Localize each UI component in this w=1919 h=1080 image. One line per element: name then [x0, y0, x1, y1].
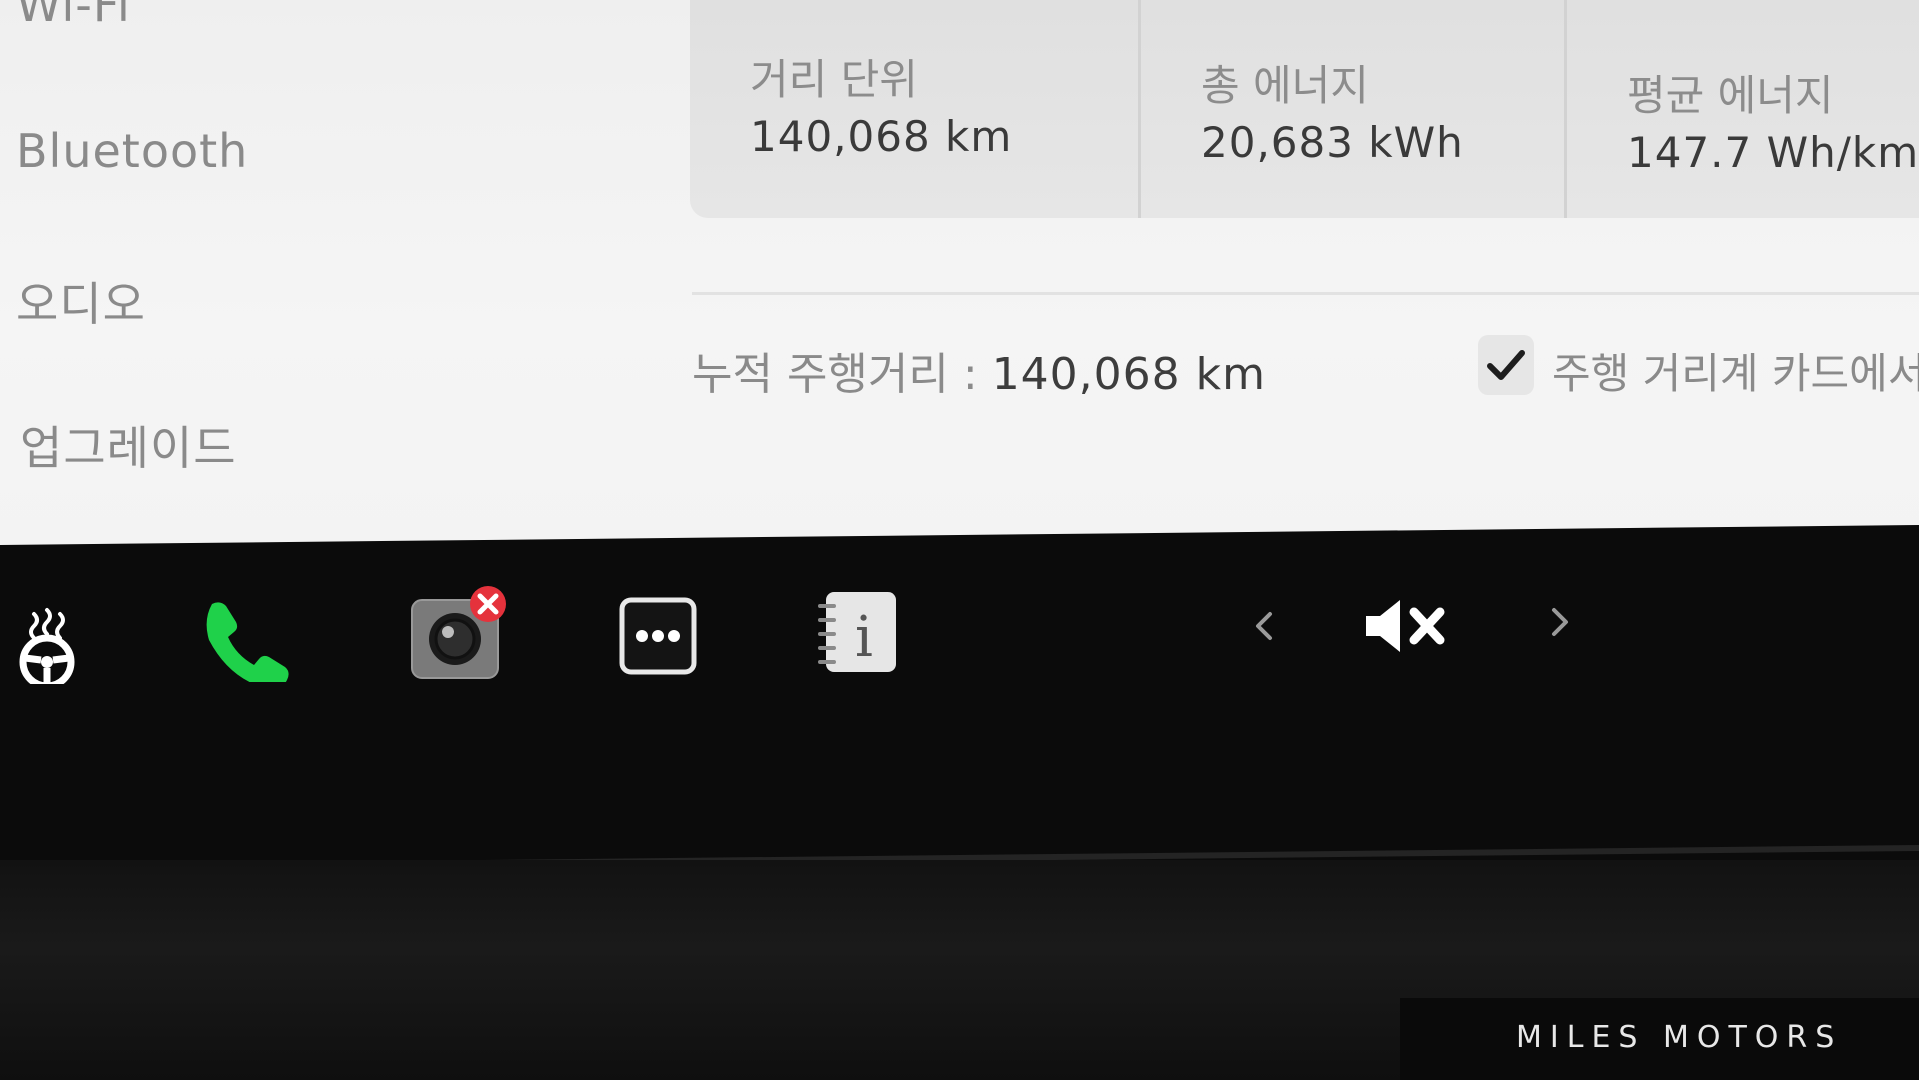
settings-screen: Wi-Fi Bluetooth 오디오 업그레이드 거리 단위 140,068 …	[0, 0, 1919, 545]
odometer-value: 140,068 km	[991, 349, 1266, 400]
stat-value: 140,068 km	[750, 112, 1013, 161]
stat-value: 20,683 kWh	[1201, 118, 1464, 167]
stat-value: 147.7 Wh/km	[1627, 128, 1919, 177]
stat-label: 총 에너지	[1201, 61, 1369, 110]
chevron-right-icon[interactable]	[1544, 602, 1574, 646]
sidebar-item-bluetooth[interactable]: Bluetooth	[16, 124, 248, 178]
stat-label: 거리 단위	[750, 55, 918, 104]
odometer-readout: 누적 주행거리 : 140,068 km	[692, 338, 1266, 402]
trip-card-checkbox[interactable]	[1478, 335, 1534, 395]
camera-error-badge-icon	[468, 584, 508, 628]
stat-label: 평균 에너지	[1627, 71, 1834, 120]
sidebar-item-upgrade[interactable]: 업그레이드	[20, 412, 237, 478]
trip-card-label: 주행 거리계 카드에서 표	[1552, 349, 1919, 398]
seat-heater-icon[interactable]	[14, 604, 80, 690]
energy-stats-panel: 거리 단위 140,068 km 총 에너지 20,683 kWh 평균 에너지…	[690, 0, 1919, 218]
watermark: MILES MOTORS	[1400, 998, 1919, 1080]
svg-text:i: i	[855, 605, 873, 670]
settings-sidebar: Wi-Fi Bluetooth 오디오 업그레이드	[0, 0, 680, 545]
watermark-text: MILES MOTORS	[1516, 1020, 1843, 1055]
phone-icon[interactable]	[200, 596, 296, 689]
chevron-left-icon[interactable]	[1250, 606, 1280, 650]
sidebar-item-audio[interactable]: 오디오	[16, 268, 146, 334]
manual-icon[interactable]: i	[814, 588, 900, 678]
stat-card-total-energy: 총 에너지 20,683 kWh	[1138, 0, 1564, 218]
odometer-label: 누적 주행거리 :	[692, 349, 978, 400]
checkmark-icon	[1487, 350, 1525, 380]
sidebar-item-wifi[interactable]: Wi-Fi	[16, 0, 131, 32]
stat-card-average-energy: 평균 에너지 147.7 Wh/km	[1564, 0, 1919, 218]
mute-icon[interactable]	[1362, 596, 1458, 660]
more-apps-icon[interactable]	[618, 596, 698, 680]
section-divider	[692, 292, 1919, 295]
stat-card-distance: 거리 단위 140,068 km	[690, 0, 1138, 218]
